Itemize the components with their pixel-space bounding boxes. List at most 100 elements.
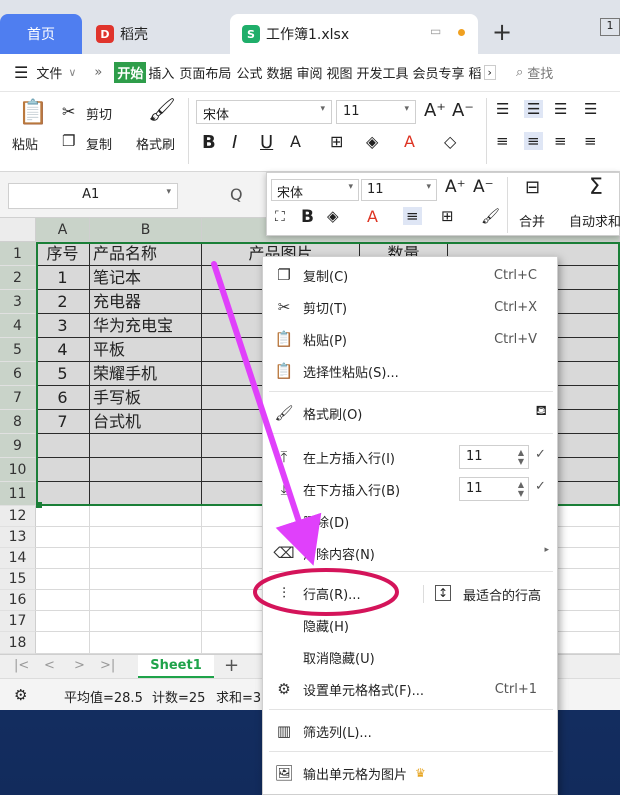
row-header[interactable]: 13 [0,527,36,548]
font-color-icon[interactable]: A [404,132,415,151]
tab-workbook[interactable]: S 工作簿1.xlsx ▭ [230,14,478,54]
menu-format-painter[interactable]: 🖌 格式刷(O) ⛾ [263,399,559,427]
table-cell[interactable] [36,590,90,611]
table-cell[interactable]: 1 [36,266,90,290]
best-fit-icon[interactable]: ↕ [435,585,452,601]
chevron-down-icon[interactable]: ∨ [68,66,76,79]
underline-a-icon[interactable]: A [290,132,301,151]
row-header[interactable]: 9 [0,434,36,458]
table-cell[interactable]: 平板 [90,338,202,362]
table-cell[interactable] [90,458,202,482]
eraser-icon[interactable]: ◇ [444,132,456,151]
copy-button[interactable]: 复制 [86,134,112,153]
menu-export-image[interactable]: 🖼 输出单元格为图片 ♛ [263,759,559,787]
table-cell[interactable] [36,434,90,458]
row-header[interactable]: 3 [0,290,36,314]
macro-icon[interactable]: ⚙ [14,686,27,704]
table-cell[interactable]: 华为充电宝 [90,314,202,338]
menu-file[interactable]: 文件 [36,63,62,82]
column-header-b[interactable]: B [90,218,202,242]
corner-select-all[interactable] [0,218,36,242]
mini-fill-color-icon[interactable]: ◈ [327,207,339,225]
format-painter-button[interactable]: 格式刷 [136,134,175,153]
paste-icon[interactable]: 📋 [18,98,48,126]
font-select[interactable]: 宋体 ▾ [196,100,332,124]
chevron-right-icon[interactable]: › [483,65,496,80]
mini-font-color-icon[interactable]: A [367,207,378,226]
format-painter-lock-icon[interactable]: ⛾ [536,403,547,421]
table-cell[interactable] [36,569,90,590]
table-cell[interactable] [36,548,90,569]
align-middle-icon[interactable]: ☰ [524,100,544,118]
window-count-icon[interactable]: 1 [600,18,620,36]
table-cell[interactable]: 手写板 [90,386,202,410]
hamburger-icon[interactable]: ☰ [14,63,28,82]
fill-color-icon[interactable]: ◈ [366,132,378,151]
zoom-icon[interactable]: Q [230,185,243,204]
insert-above-count[interactable]: 11 ▲ ▼ [459,445,529,469]
row-header[interactable]: 7 [0,386,36,410]
mini-border-icon[interactable]: ⊞ [441,207,454,225]
align-left-icon[interactable]: ≡ [496,132,509,150]
table-cell[interactable]: 6 [36,386,90,410]
mini-align-icon[interactable]: ≡ [403,207,422,225]
add-sheet-button[interactable]: + [224,655,239,676]
menu-data[interactable]: 数据 [266,63,292,82]
menu-paste-special[interactable]: 📋 选择性粘贴(S)... [263,357,559,385]
row-header[interactable]: 2 [0,266,36,290]
cut-button[interactable]: 剪切 [86,104,112,123]
menu-formula[interactable]: 公式 [236,63,262,82]
table-cell[interactable] [90,632,202,654]
next-sheet-icon[interactable]: > [74,658,85,673]
column-header-a[interactable]: A [36,218,90,242]
menu-hide[interactable]: 隐藏(H) [263,611,559,639]
menu-copy[interactable]: ❐ 复制(C) Ctrl+C [263,261,559,289]
prev-sheet-icon[interactable]: < [44,658,55,673]
bold-button[interactable]: B [202,132,216,153]
merge-button[interactable]: 合并 [519,211,545,230]
sum-icon[interactable]: Σ [589,175,603,200]
table-cell[interactable] [90,569,202,590]
table-cell[interactable]: 台式机 [90,410,202,434]
underline-button[interactable]: U [260,132,273,153]
tab-home[interactable]: 首页 [0,14,82,54]
align-top-icon[interactable]: ☰ [496,100,509,118]
monitor-icon[interactable]: ▭ [430,24,441,38]
menu-unhide[interactable]: 取消隐藏(U) [263,643,559,671]
mini-size-select[interactable]: 11 ▾ [361,179,437,201]
menu-delete[interactable]: 删除(D) [263,507,559,535]
table-cell[interactable] [90,590,202,611]
menu-more[interactable]: » [94,65,102,80]
table-cell[interactable]: 3 [36,314,90,338]
font-size-select[interactable]: 11 ▾ [336,100,416,124]
menu-developer[interactable]: 开发工具 [357,63,409,82]
mini-font-grow-icon[interactable]: A⁺ [445,177,466,197]
menu-paste[interactable]: 📋 粘贴(P) Ctrl+V [263,325,559,353]
menu-page-layout[interactable]: 页面布局 [179,63,231,82]
search-icon[interactable]: ⌕ [516,65,523,80]
menu-member[interactable]: 会员专享 [413,63,465,82]
row-header[interactable]: 16 [0,590,36,611]
menu-view[interactable]: 视图 [326,63,352,82]
align-center-icon[interactable]: ≡ [524,132,543,150]
table-cell[interactable]: 5 [36,362,90,386]
table-cell[interactable] [90,434,202,458]
table-cell[interactable] [90,611,202,632]
menu-review[interactable]: 审阅 [296,63,322,82]
table-cell[interactable]: 笔记本 [90,266,202,290]
row-header[interactable]: 12 [0,506,36,527]
row-header[interactable]: 17 [0,611,36,632]
table-cell[interactable]: 2 [36,290,90,314]
table-cell[interactable] [36,632,90,654]
table-cell[interactable] [90,506,202,527]
row-header[interactable]: 1 [0,242,36,266]
sheet-tab-sheet1[interactable]: Sheet1 [138,655,214,678]
table-cell[interactable] [36,506,90,527]
table-cell[interactable]: 4 [36,338,90,362]
mini-format-painter-icon[interactable]: 🖌 [481,207,500,225]
format-painter-icon[interactable]: 🖌 [148,98,176,123]
fill-handle[interactable] [36,502,42,508]
mini-font-shrink-icon[interactable]: A⁻ [473,177,494,197]
first-sheet-icon[interactable]: |< [14,658,29,673]
menu-filter[interactable]: ▥ 筛选列(L)... [263,717,559,745]
